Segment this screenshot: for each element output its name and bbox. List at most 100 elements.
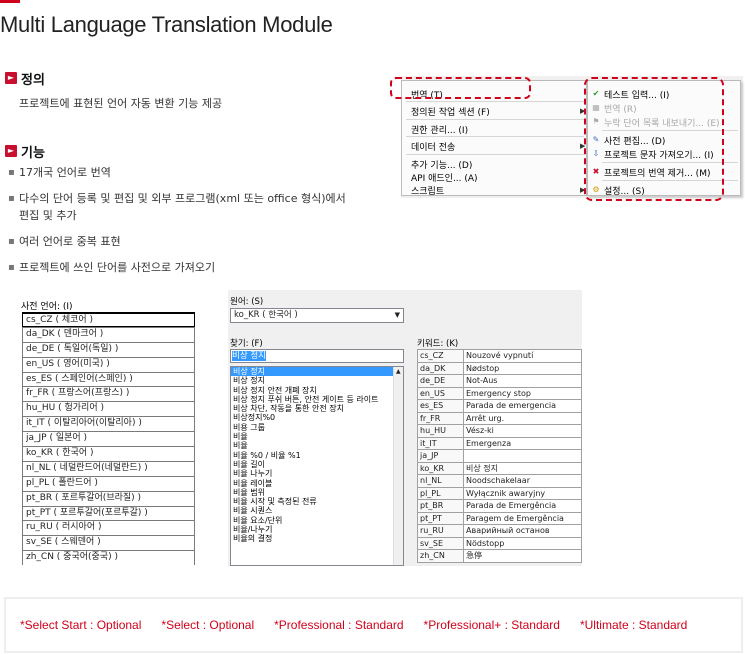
keyword-language: nl_NL — [417, 474, 464, 488]
keyword-translation[interactable] — [463, 449, 582, 463]
keyword-row[interactable]: es_ES Parada de emergencia — [417, 399, 582, 413]
keyword-row[interactable]: nl_NL Noodschakelaar — [417, 474, 582, 488]
menu-separator — [406, 119, 584, 120]
language-item[interactable]: en_US ( 영어(미국) ) — [22, 356, 195, 372]
keyword-row[interactable]: pt_PT Paragem de Emergência — [417, 511, 582, 525]
word-list[interactable]: 비상 정지 비상 정지 비상 정지 안전 개폐 장치 비상 정지 푸쉬 버튼, 안전 … — [230, 366, 404, 566]
word-list-item[interactable]: 비율 레이블 — [231, 479, 403, 488]
keyword-row[interactable]: it_IT Emergenza — [417, 436, 582, 450]
language-item[interactable]: es_ES ( 스페인어(스페인) ) — [22, 371, 195, 387]
keyword-translation[interactable]: Arrêt urg. — [463, 411, 582, 425]
keyword-translation[interactable]: 急停 — [463, 549, 582, 563]
keyword-translation[interactable]: Noodschakelaar — [463, 474, 582, 488]
language-item[interactable]: ru_RU ( 러시아어 ) — [22, 520, 195, 536]
keyword-row[interactable]: pl_PL Wyłącznik awaryjny — [417, 486, 582, 500]
keyword-row[interactable]: ja_JP — [417, 449, 582, 463]
language-item[interactable]: it_IT ( 이탈리아어(이탈리아) ) — [22, 416, 195, 432]
word-list-item[interactable]: 비상 정지 — [231, 376, 403, 385]
word-list-item[interactable]: 비상 정지 안전 개폐 장치 — [231, 386, 403, 395]
language-item[interactable]: ko_KR ( 한국어 ) — [22, 446, 195, 461]
word-list-item[interactable]: 비상 정지 — [231, 367, 403, 377]
keyword-translation[interactable]: Parada de emergencia — [463, 399, 582, 413]
keyword-row[interactable]: cs_CZ Nouzové vypnutí — [417, 349, 582, 363]
find-label: 찾기: (F) — [230, 339, 263, 349]
keyword-language: pl_PL — [417, 486, 464, 500]
highlight-outline — [390, 77, 531, 99]
features-list: ▪ 17개국 언어로 번역 ▪ 다수의 단어 등록 및 편집 및 외부 프로그램(x… — [6, 164, 376, 285]
word-list-item[interactable]: 비율 길이 — [231, 460, 403, 469]
keyword-translation[interactable]: Nouzové vypnutí — [463, 349, 582, 363]
keyword-translation[interactable]: Paragem de Emergência — [463, 511, 582, 525]
language-item[interactable]: de_DE ( 독일어(독일) ) — [22, 341, 195, 357]
keyword-row[interactable]: fr_FR Arrêt urg. — [417, 411, 582, 425]
word-list-item[interactable]: 비상 정지 푸쉬 버튼, 안전 게이트 등 라이트 — [231, 395, 403, 404]
keyword-translation[interactable]: Not-Aus — [463, 374, 582, 388]
keyword-translation[interactable]: Emergency stop — [463, 386, 582, 400]
keyword-translation[interactable]: Emergenza — [463, 436, 582, 450]
menu-item-permissions[interactable]: 권한 관리... (I) — [411, 123, 468, 136]
keyword-translation[interactable]: 비상 정지 — [463, 461, 582, 475]
dictionary-language-list[interactable]: cs_CZ ( 체코어 ) da_DK ( 덴마크어 ) de_DE ( 독일어… — [22, 312, 195, 567]
menu-item-addons[interactable]: 추가 기능... (D) — [411, 158, 472, 171]
menu-item-api-addin[interactable]: API 애드인... (A) — [411, 171, 478, 184]
language-item[interactable]: cs_CZ ( 체코어 ) — [22, 312, 195, 327]
language-item[interactable]: ja_JP ( 일본어 ) — [22, 431, 195, 447]
word-list-item[interactable]: 비율 %0 / 비율 %1 — [231, 451, 403, 460]
menu-item-script[interactable]: 스크립트 — [411, 184, 444, 197]
language-item[interactable]: pl_PL ( 폴란드어 ) — [22, 475, 195, 491]
language-item[interactable]: zh_CN ( 중국어(중국) ) — [22, 550, 195, 566]
keyword-translation[interactable]: Wyłącznik awaryjny — [463, 486, 582, 500]
language-item[interactable]: sv_SE ( 스웨덴어 ) — [22, 535, 195, 551]
keyword-row[interactable]: zh_CN 急停 — [417, 549, 582, 563]
keyword-row[interactable]: ko_KR 비상 정지 — [417, 461, 582, 475]
menu-item-data-transfer[interactable]: 데이터 전송 — [411, 140, 455, 153]
word-list-item[interactable]: 비상정지%0 — [231, 413, 403, 422]
keyword-language: da_DK — [417, 361, 464, 375]
word-list-item[interactable]: 비용 그룹 — [231, 423, 403, 432]
word-list-item[interactable]: 비율 범위 — [231, 488, 403, 497]
word-list-item[interactable]: 비율 시퀀스 — [231, 506, 403, 515]
language-item[interactable]: da_DK ( 덴마크어 ) — [22, 326, 195, 342]
find-input[interactable]: 비상 정지 — [230, 349, 404, 363]
section-bullet-icon: ► — [5, 72, 17, 84]
keyword-language: pt_PT — [417, 511, 464, 525]
word-list-item[interactable]: 비율 시작 및 측정된 전류 — [231, 497, 403, 506]
keyword-translation[interactable]: Parada de Emergência — [463, 499, 582, 513]
keyword-row[interactable]: hu_HU Vész-ki — [417, 424, 582, 438]
keyword-row[interactable]: da_DK Nødstop — [417, 361, 582, 375]
keyword-row[interactable]: de_DE Not-Aus — [417, 374, 582, 388]
language-item[interactable]: pt_BR ( 포르투갈어(브라질) ) — [22, 490, 195, 506]
feature-item: ▪ 17개국 언어로 번역 — [8, 166, 111, 179]
keyword-label: 키워드: (K) — [417, 339, 459, 349]
keyword-row[interactable]: en_US Emergency stop — [417, 386, 582, 400]
keyword-row[interactable]: pt_BR Parada de Emergência — [417, 499, 582, 513]
language-item[interactable]: fr_FR ( 프랑스어(프랑스) ) — [22, 386, 195, 402]
word-list-item[interactable]: 비율 — [231, 441, 403, 450]
keyword-translation[interactable]: Nødstop — [463, 361, 582, 375]
keyword-language: es_ES — [417, 399, 464, 413]
source-language-select[interactable]: ko_KR ( 한국어 ) ▼ — [230, 308, 404, 323]
word-list-item[interactable]: 비율 요소/단위 — [231, 516, 403, 525]
menu-separator — [406, 136, 584, 137]
scroll-up-icon[interactable]: ▲ — [396, 368, 401, 375]
word-list-item[interactable]: 비율 나누기 — [231, 469, 403, 478]
keyword-translation[interactable]: Vész-ki — [463, 424, 582, 438]
keyword-row[interactable]: sv_SE Nödstopp — [417, 536, 582, 550]
word-list-item[interactable]: 비율의 결정 — [231, 534, 403, 543]
word-list-scrollbar[interactable]: ▲ — [393, 367, 403, 565]
language-item[interactable]: pt_PT ( 포르투갈어(포르투갈) ) — [22, 505, 195, 521]
section-bullet-icon: ► — [5, 145, 17, 157]
language-item[interactable]: nl_NL ( 네덜란드어(네덜란드) ) — [22, 460, 195, 476]
menu-item-defined-sections[interactable]: 정의된 작업 섹션 (F) — [411, 105, 490, 118]
word-list-item[interactable]: 비율 — [231, 432, 403, 441]
keyword-translation[interactable]: Аварийный останов — [463, 524, 582, 538]
edition-availability-bar: *Select Start : Optional *Select : Optio… — [4, 597, 743, 653]
keyword-translation[interactable]: Nödstopp — [463, 536, 582, 550]
definition-heading: 정의 — [21, 73, 45, 88]
keyword-language: pt_BR — [417, 499, 464, 513]
keyword-language: de_DE — [417, 374, 464, 388]
word-list-item[interactable]: 비율/나누기 — [231, 525, 403, 534]
keyword-table[interactable]: cs_CZ Nouzové vypnutí da_DK Nødstop de_DE Not… — [417, 349, 582, 563]
keyword-row[interactable]: ru_RU Аварийный останов — [417, 524, 582, 538]
language-item[interactable]: hu_HU ( 헝가리어 ) — [22, 401, 195, 417]
